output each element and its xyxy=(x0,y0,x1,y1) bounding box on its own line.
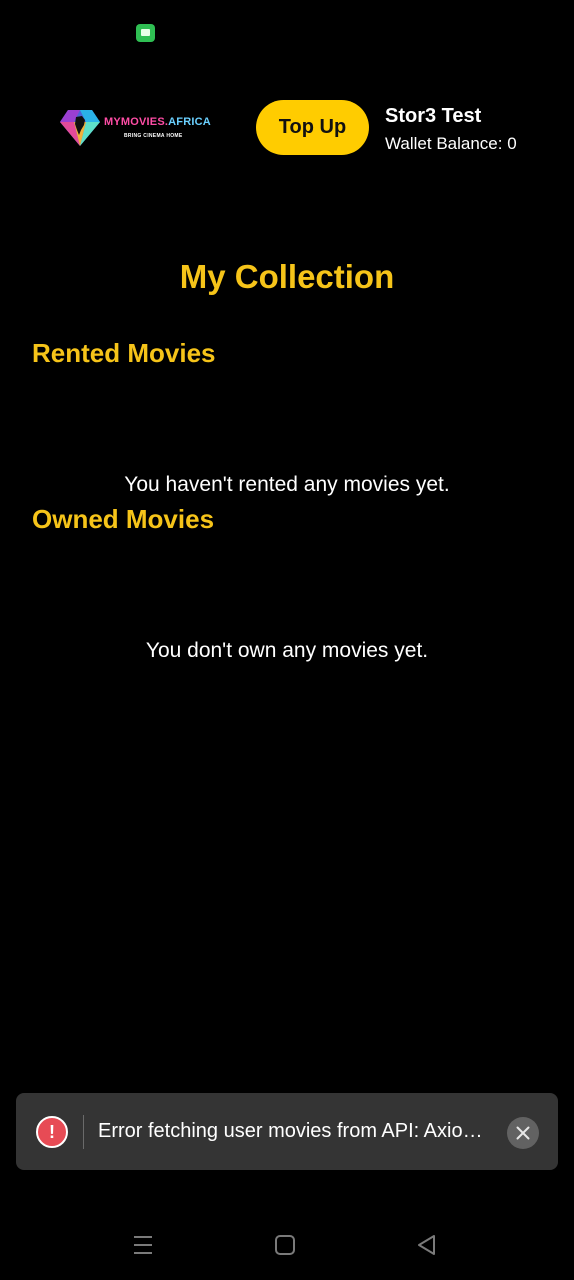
toast-divider xyxy=(83,1115,84,1149)
home-icon xyxy=(275,1235,295,1255)
close-icon xyxy=(516,1126,530,1140)
africa-gem-icon xyxy=(60,110,100,146)
menu-icon xyxy=(134,1236,152,1254)
logo-wordmark-part2: AFRICA xyxy=(168,116,211,128)
owned-movies-heading: Owned Movies xyxy=(32,504,215,534)
page-title: My Collection xyxy=(179,258,395,295)
wallet-balance: Wallet Balance: 0 xyxy=(385,134,517,153)
logo-wordmark: MYMOVIES.AFRICA xyxy=(104,116,211,128)
nav-back-button[interactable] xyxy=(414,1232,440,1258)
toast-message: Error fetching user movies from API: Axi… xyxy=(98,1120,490,1142)
owned-movies-empty-message: You don't own any movies yet. xyxy=(145,639,429,662)
toast-close-button[interactable] xyxy=(507,1117,539,1149)
user-name: Stor3 Test xyxy=(385,105,482,127)
back-icon xyxy=(418,1235,435,1255)
top-up-button[interactable]: Top Up xyxy=(256,100,369,155)
error-icon: ! xyxy=(36,1116,68,1148)
rented-movies-heading: Rented Movies xyxy=(32,338,216,368)
error-toast[interactable]: ! Error fetching user movies from API: A… xyxy=(16,1093,558,1170)
nav-home-button[interactable] xyxy=(272,1232,298,1258)
nav-recents-button[interactable] xyxy=(130,1232,156,1258)
messaging-app-icon xyxy=(136,24,155,42)
rented-movies-empty-message: You haven't rented any movies yet. xyxy=(124,473,450,496)
mymovies-africa-logo[interactable]: MYMOVIES.AFRICA BRING CINEMA HOME xyxy=(60,108,211,146)
logo-tagline: BRING CINEMA HOME xyxy=(124,133,183,139)
logo-wordmark-part1: MYMOVIES. xyxy=(104,116,169,128)
